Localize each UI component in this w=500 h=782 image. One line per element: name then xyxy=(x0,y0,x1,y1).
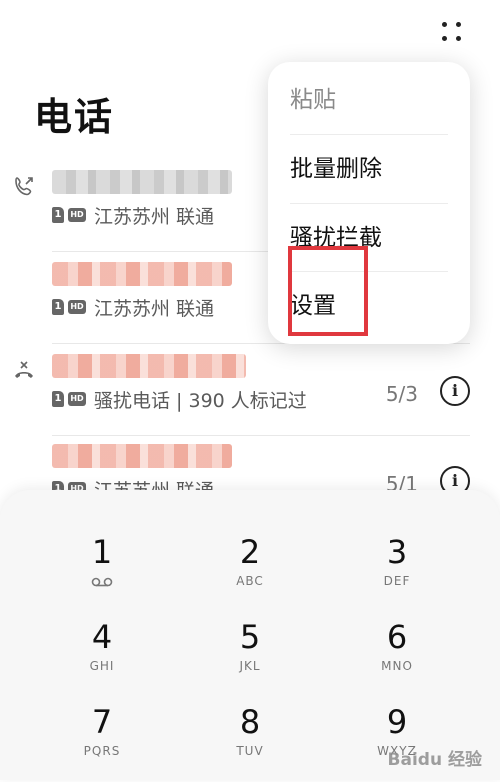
menu-item-paste[interactable]: 粘贴 xyxy=(290,66,448,134)
info-icon[interactable]: i xyxy=(440,376,470,406)
dial-key-9[interactable]: 9 WXYZ xyxy=(337,702,457,782)
more-dots-icon-dot xyxy=(456,36,461,41)
dial-key-4[interactable]: 4 GHI xyxy=(42,617,162,697)
page-title: 电话 xyxy=(34,95,115,139)
hd-icon: HD xyxy=(68,300,86,314)
dial-key-letters: JKL xyxy=(239,659,261,673)
call-date: 5/3 xyxy=(385,382,418,406)
dial-key-digit: 3 xyxy=(386,533,408,571)
more-dots-icon xyxy=(442,22,447,27)
call-location: 江苏苏州 联通 xyxy=(94,297,215,320)
hd-icon: HD xyxy=(68,208,86,222)
dial-key-digit: 1 xyxy=(91,533,113,571)
row-divider xyxy=(52,435,470,436)
contact-name-redacted xyxy=(52,170,232,194)
dial-key-3[interactable]: 3 DEF xyxy=(337,532,457,612)
sim-card-icon: 1 xyxy=(52,391,64,407)
dial-key-digit: 4 xyxy=(91,618,113,656)
hd-icon: HD xyxy=(68,392,86,406)
dial-key-8[interactable]: 8 TUV xyxy=(190,702,310,782)
dial-key-letters: MNO xyxy=(381,659,413,673)
call-location: 江苏苏州 联通 xyxy=(94,205,215,228)
dial-key-6[interactable]: 6 MNO xyxy=(337,617,457,697)
outgoing-call-icon xyxy=(15,177,33,196)
more-dots-icon-dot xyxy=(456,22,461,27)
dial-key-letters: PQRS xyxy=(83,744,121,758)
voicemail-icon xyxy=(91,577,113,587)
call-subline: 1 HD 江苏苏州 联通 xyxy=(52,294,214,320)
contact-name-redacted xyxy=(52,354,246,378)
call-subline: 1 HD 江苏苏州 联通 xyxy=(52,202,214,228)
dial-key-7[interactable]: 7 PQRS xyxy=(42,702,162,782)
highlight-annotation xyxy=(288,246,368,336)
dial-key-letters: DEF xyxy=(383,574,411,588)
missed-call-icon xyxy=(15,361,33,378)
dial-key-1[interactable]: 1 xyxy=(42,532,162,612)
watermark-logo: Baidu 经验 xyxy=(387,750,482,770)
dial-key-5[interactable]: 5 JKL xyxy=(190,617,310,697)
dial-key-2[interactable]: 2 ABC xyxy=(190,532,310,612)
call-subline: 1 HD 骚扰电话 | 390 人标记过 xyxy=(52,386,307,412)
dial-key-letters: TUV xyxy=(236,744,264,758)
contact-name-redacted xyxy=(52,444,232,468)
dialpad: 1 2 ABC 3 DEF 4 GHI 5 JKL 6 MNO 7 PQRS 8… xyxy=(0,490,500,780)
dial-key-letters: GHI xyxy=(89,659,115,673)
dial-key-digit: 6 xyxy=(386,618,408,656)
dial-key-digit: 8 xyxy=(239,703,261,741)
dial-key-digit: 5 xyxy=(239,618,261,656)
call-log-item[interactable]: 1 HD 骚扰电话 | 390 人标记过 5/3 i xyxy=(0,348,500,436)
dial-key-letters: ABC xyxy=(236,574,264,588)
more-dots-icon-dot xyxy=(442,36,447,41)
more-options-button[interactable] xyxy=(430,14,474,50)
dial-key-digit: 7 xyxy=(91,703,113,741)
sim-card-icon: 1 xyxy=(52,299,64,315)
call-location: 骚扰电话 | 390 人标记过 xyxy=(94,389,307,412)
menu-item-batch-delete[interactable]: 批量删除 xyxy=(290,135,448,203)
sim-card-icon: 1 xyxy=(52,207,64,223)
contact-name-redacted xyxy=(52,262,232,286)
dial-key-digit: 9 xyxy=(386,703,408,741)
dial-key-digit: 2 xyxy=(239,533,261,571)
